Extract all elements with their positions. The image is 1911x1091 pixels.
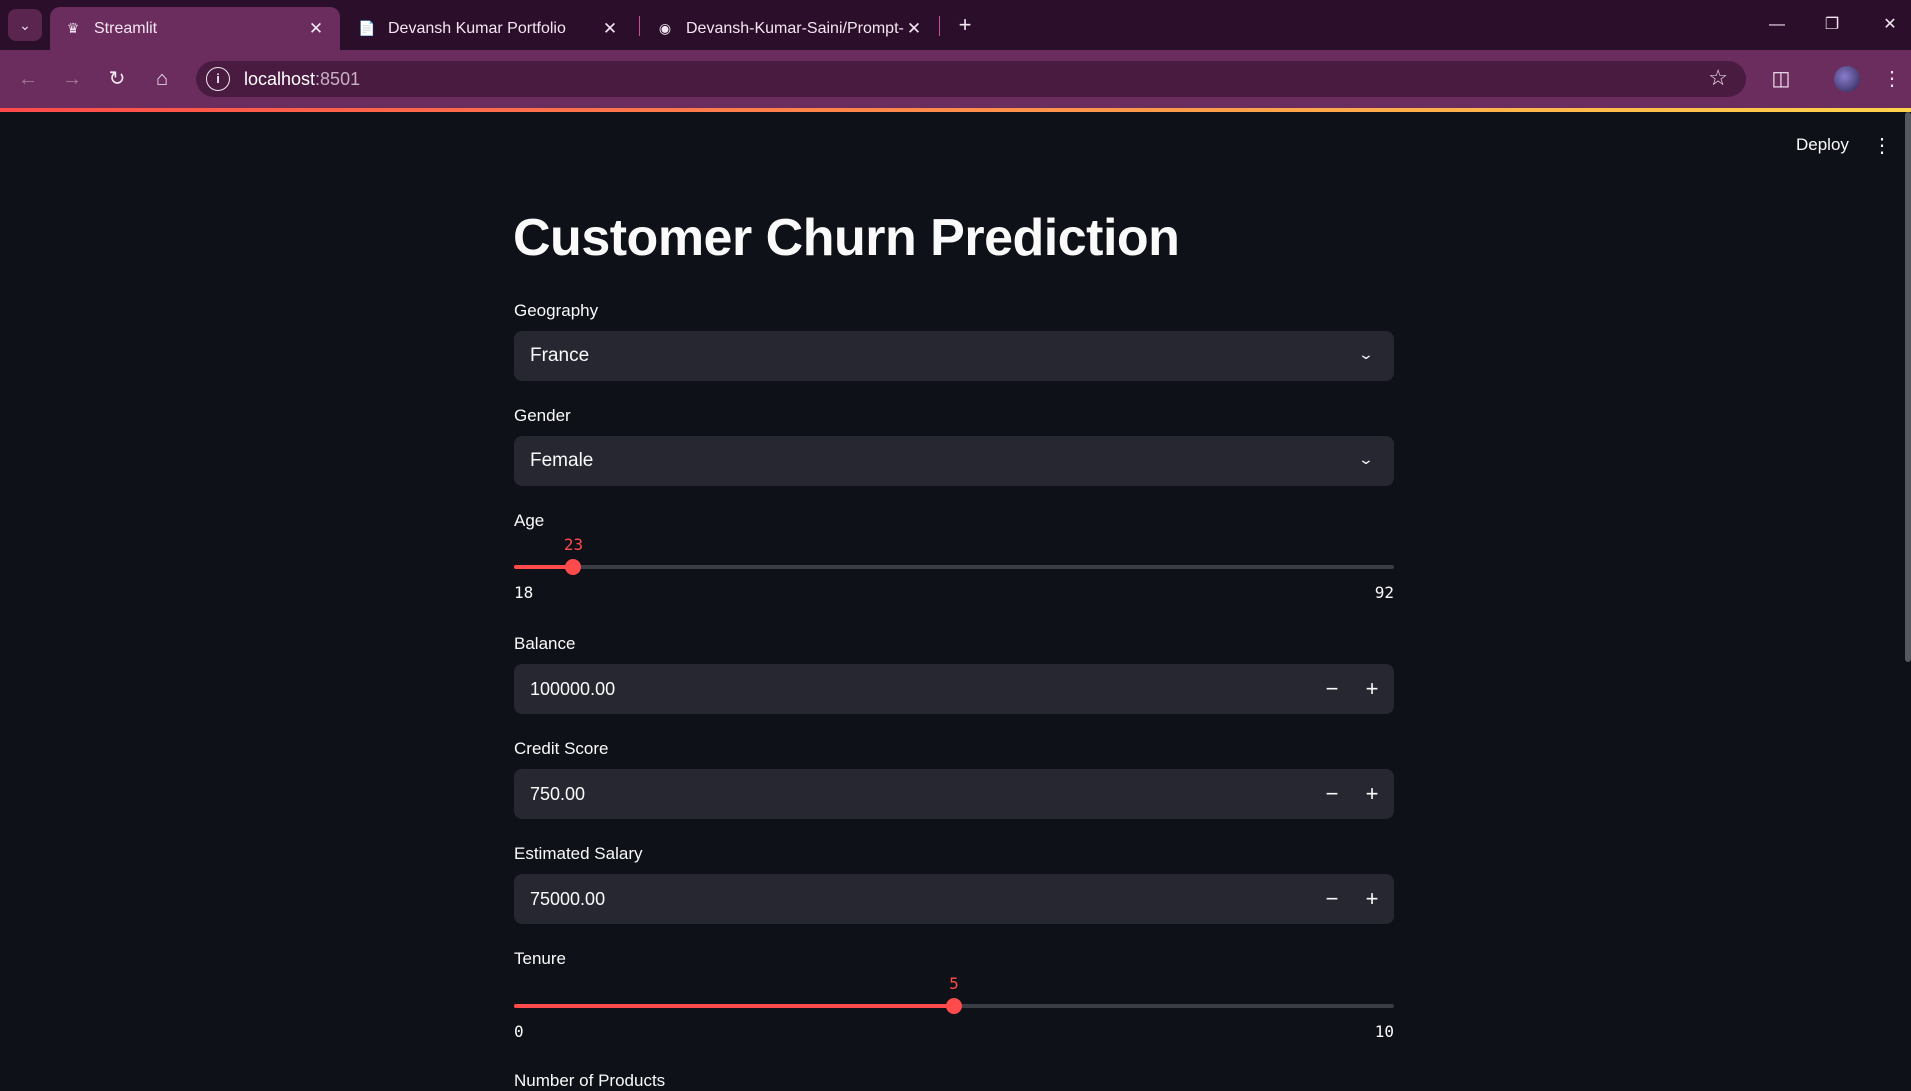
increment-button[interactable]: + bbox=[1356, 779, 1388, 809]
age-slider[interactable]: 23 18 92 bbox=[514, 535, 1394, 605]
back-button[interactable]: ← bbox=[12, 63, 44, 95]
reload-button[interactable]: ↻ bbox=[101, 63, 133, 95]
tab-separator bbox=[939, 16, 940, 36]
credit-score-value: 750.00 bbox=[530, 784, 586, 804]
slider-track bbox=[514, 565, 1394, 569]
page-title: Customer Churn Prediction bbox=[513, 209, 1180, 267]
number-of-products-label: Number of Products bbox=[514, 1071, 666, 1090]
tab-title: Devansh Kumar Portfolio bbox=[388, 19, 566, 37]
tab-github[interactable]: ◉ Devansh-Kumar-Saini/Prompt-E ✕ bbox=[642, 7, 938, 50]
document-icon: 📄 bbox=[358, 20, 376, 36]
site-info-icon[interactable]: i bbox=[206, 67, 230, 91]
close-tab-icon[interactable]: ✕ bbox=[600, 19, 620, 39]
estimated-salary-label: Estimated Salary bbox=[514, 844, 643, 863]
slider-min-value: 0 bbox=[514, 1022, 524, 1041]
minimize-button[interactable]: — bbox=[1757, 10, 1797, 40]
extensions-button[interactable]: ◫ bbox=[1765, 63, 1797, 95]
credit-score-input[interactable]: 750.00 − + bbox=[514, 769, 1394, 819]
browser-menu-button[interactable]: ⋮ bbox=[1876, 63, 1908, 95]
age-label: Age bbox=[514, 511, 545, 530]
close-tab-icon[interactable]: ✕ bbox=[904, 19, 924, 39]
slider-thumb[interactable] bbox=[946, 998, 962, 1014]
decrement-button[interactable]: − bbox=[1316, 884, 1348, 914]
balance-input[interactable]: 100000.00 − + bbox=[514, 664, 1394, 714]
arrow-left-icon: ← bbox=[18, 68, 38, 90]
home-button[interactable]: ⌂ bbox=[146, 63, 178, 95]
forward-button[interactable]: → bbox=[56, 63, 88, 95]
gender-value: Female bbox=[530, 450, 594, 471]
new-tab-button[interactable]: + bbox=[950, 10, 980, 40]
slider-current-value: 23 bbox=[563, 535, 584, 554]
slider-fill bbox=[514, 1004, 954, 1008]
slider-min-value: 18 bbox=[514, 583, 534, 602]
tab-title: Devansh-Kumar-Saini/Prompt-E bbox=[686, 19, 904, 37]
tab-portfolio[interactable]: 📄 Devansh Kumar Portfolio ✕ bbox=[344, 7, 634, 50]
geography-label: Geography bbox=[514, 301, 599, 320]
gender-label: Gender bbox=[514, 406, 571, 425]
tenure-slider[interactable]: 5 0 10 bbox=[514, 974, 1394, 1044]
increment-button[interactable]: + bbox=[1356, 884, 1388, 914]
app-menu-button[interactable]: ⋮ bbox=[1872, 133, 1892, 158]
puzzle-icon: ◫ bbox=[1771, 68, 1791, 90]
credit-score-label: Credit Score bbox=[514, 739, 609, 758]
deploy-button[interactable]: Deploy bbox=[1796, 135, 1849, 155]
streamlit-crown-icon: ♛ bbox=[66, 20, 80, 36]
close-window-button[interactable]: ✕ bbox=[1870, 10, 1910, 40]
balance-label: Balance bbox=[514, 634, 576, 653]
address-bar[interactable]: i localhost:8501 ☆ bbox=[196, 61, 1746, 97]
chevron-down-icon: ⌄ bbox=[19, 16, 31, 33]
profile-avatar[interactable] bbox=[1834, 66, 1860, 92]
geography-value: France bbox=[530, 345, 590, 366]
kebab-menu-icon: ⋮ bbox=[1872, 135, 1892, 157]
github-icon: ◉ bbox=[658, 20, 672, 36]
chevron-down-icon: ⌄ bbox=[1357, 451, 1375, 467]
streamlit-header-decoration bbox=[0, 108, 1911, 112]
slider-max-value: 10 bbox=[1374, 1022, 1394, 1041]
slider-current-value: 5 bbox=[949, 974, 959, 993]
decrement-button[interactable]: − bbox=[1316, 674, 1348, 704]
decrement-button[interactable]: − bbox=[1316, 779, 1348, 809]
tab-streamlit[interactable]: ♛ Streamlit ✕ bbox=[50, 7, 340, 50]
tenure-label: Tenure bbox=[514, 949, 566, 968]
close-tab-icon[interactable]: ✕ bbox=[306, 19, 326, 39]
url-host: localhost bbox=[244, 68, 316, 89]
restore-button[interactable]: ❐ bbox=[1812, 10, 1852, 40]
kebab-menu-icon: ⋮ bbox=[1882, 68, 1902, 90]
gender-select[interactable]: Female ⌄ bbox=[514, 436, 1394, 486]
tab-search-button[interactable]: ⌄ bbox=[8, 9, 42, 41]
geography-select[interactable]: France ⌄ bbox=[514, 331, 1394, 381]
balance-value: 100000.00 bbox=[530, 679, 616, 699]
bookmark-star-icon[interactable]: ☆ bbox=[1708, 65, 1728, 91]
home-icon: ⌂ bbox=[155, 68, 169, 90]
increment-button[interactable]: + bbox=[1356, 674, 1388, 704]
tab-separator bbox=[639, 16, 640, 36]
slider-thumb[interactable] bbox=[565, 559, 582, 575]
browser-tab-strip: ⌄ ♛ Streamlit ✕ 📄 Devansh Kumar Portfoli… bbox=[0, 0, 1911, 50]
estimated-salary-value: 75000.00 bbox=[530, 889, 606, 909]
slider-max-value: 92 bbox=[1374, 583, 1394, 602]
estimated-salary-input[interactable]: 75000.00 − + bbox=[514, 874, 1394, 924]
url-port: :8501 bbox=[315, 68, 361, 89]
arrow-right-icon: → bbox=[62, 68, 82, 90]
browser-toolbar: ← → ↻ ⌂ i localhost:8501 ☆ ◫ ⋮ bbox=[0, 50, 1911, 108]
reload-icon: ↻ bbox=[108, 68, 126, 90]
tab-title: Streamlit bbox=[94, 19, 158, 37]
chevron-down-icon: ⌄ bbox=[1357, 346, 1375, 362]
scrollbar[interactable] bbox=[1905, 112, 1911, 662]
